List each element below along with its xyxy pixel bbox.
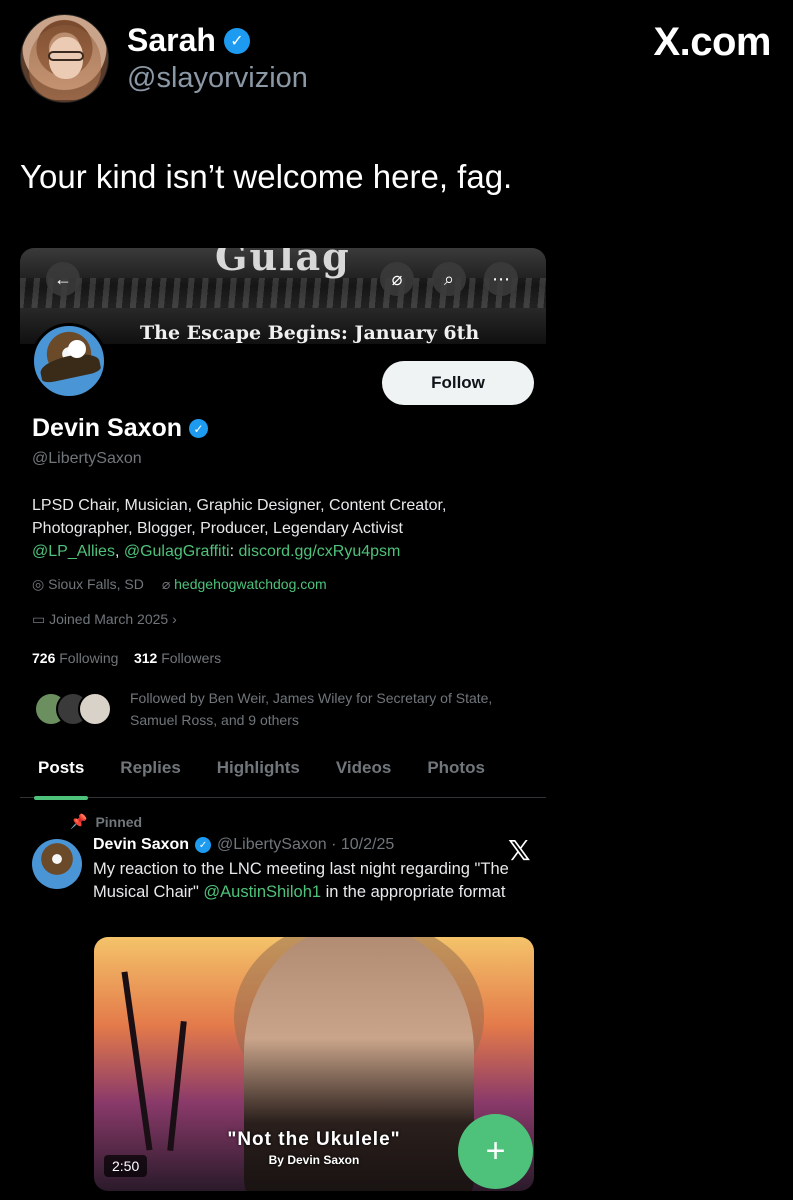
verified-badge-icon: ✓	[195, 837, 212, 853]
chevron-right-icon: ›	[168, 611, 177, 627]
follow-counts: 726 Following 312 Followers	[32, 650, 221, 666]
bio-links-line: @LP_Allies, @GulagGraffiti: discord.gg/c…	[32, 540, 532, 563]
avatar-glasses	[48, 51, 84, 61]
mute-icon[interactable]: ⌀	[380, 262, 414, 296]
author-handle[interactable]: @slayorvizion	[127, 62, 308, 95]
bio-discord-link[interactable]: discord.gg/cxRyu4psm	[239, 543, 401, 560]
bio-line: Photographer, Blogger, Producer, Legenda…	[32, 520, 403, 537]
post-mention-link[interactable]: @AustinShiloh1	[203, 883, 321, 901]
palm-tree-trunk	[167, 1021, 187, 1151]
banner-title: Gulag	[215, 248, 351, 279]
site-watermark: X.com	[653, 20, 771, 64]
author-avatar[interactable]	[20, 14, 109, 103]
embedded-profile-screenshot: Gulag ← ⌀ ⌕ ⋯ The Escape Begins: January…	[20, 248, 546, 1198]
pin-icon: 📌	[70, 813, 88, 829]
followers-count: 312	[133, 650, 158, 666]
eagle-head	[68, 340, 86, 358]
followers-label: Followers	[157, 650, 222, 666]
post-text: My reaction to the LNC meeting last nigh…	[93, 858, 533, 904]
search-icon[interactable]: ⌕	[432, 262, 466, 296]
profile-tabs: Posts Replies Highlights Videos Photos	[20, 754, 546, 800]
followers-facepile[interactable]	[34, 692, 124, 728]
tab-videos[interactable]: Videos	[318, 754, 409, 797]
profile-avatar[interactable]	[31, 323, 107, 399]
video-subtitle-overlay: By Devin Saxon	[268, 1153, 360, 1167]
bio-separator: :	[229, 543, 239, 560]
calendar-icon: ▭	[32, 611, 50, 627]
website-link[interactable]: hedgehogwatchdog.com	[174, 576, 327, 592]
joined-date[interactable]: ▭ Joined March 2025 ›	[32, 611, 177, 628]
author-name-row[interactable]: Sarah ✓	[127, 22, 250, 59]
tab-photos[interactable]: Photos	[409, 754, 503, 797]
verified-badge-icon: ✓	[189, 419, 209, 438]
pinned-indicator: 📌 Pinned	[70, 813, 142, 830]
more-options-icon[interactable]: ⋯	[484, 262, 518, 296]
profile-banner: Gulag ← ⌀ ⌕ ⋯ The Escape Begins: January…	[20, 248, 546, 344]
post-text-after: in the appropriate format	[321, 883, 506, 901]
following-label: Following	[55, 650, 119, 666]
post-author-handle[interactable]: @LibertySaxon · 10/2/25	[217, 836, 394, 854]
bio-separator: ,	[114, 543, 124, 560]
banner-tagline: The Escape Begins: January 6th	[140, 322, 480, 344]
video-title-overlay: "Not the Ukulele"	[227, 1129, 401, 1150]
profile-name: Devin Saxon	[32, 414, 183, 442]
followed-by-text[interactable]: Followed by Ben Weir, James Wiley for Se…	[130, 687, 530, 731]
tab-replies[interactable]: Replies	[102, 754, 198, 797]
profile-meta: ◎ Sioux Falls, SD ⌀ hedgehogwatchdog.com	[32, 576, 327, 593]
profile-handle: @LibertySaxon	[32, 450, 142, 467]
link-icon: ⌀	[161, 576, 175, 592]
bio-line: LPSD Chair, Musician, Graphic Designer, …	[32, 497, 447, 514]
tweet-text: Your kind isn’t welcome here, fag.	[20, 158, 513, 195]
post-header: Devin Saxon ✓ @LibertySaxon · 10/2/25	[93, 836, 394, 854]
tab-highlights[interactable]: Highlights	[199, 754, 318, 797]
following-count-link[interactable]: 726 Following	[32, 650, 118, 666]
verified-badge-icon: ✓	[223, 27, 250, 54]
profile-bio: LPSD Chair, Musician, Graphic Designer, …	[32, 494, 532, 563]
location-pin-icon: ◎	[32, 576, 49, 592]
follow-button[interactable]: Follow	[382, 361, 534, 405]
joined-text: Joined March 2025	[49, 611, 169, 627]
palm-tree-trunk	[121, 971, 153, 1151]
back-arrow-icon[interactable]: ←	[46, 262, 80, 296]
author-name[interactable]: Sarah	[127, 22, 216, 59]
location: ◎ Sioux Falls, SD	[32, 576, 144, 593]
post-author-avatar[interactable]	[32, 839, 82, 889]
bio-mention-link[interactable]: @GulagGraffiti	[124, 543, 230, 560]
following-count: 726	[32, 650, 56, 666]
post-author-name[interactable]: Devin Saxon	[93, 836, 189, 854]
pinned-label: Pinned	[95, 813, 143, 830]
follower-avatar	[78, 692, 112, 726]
profile-name-row: Devin Saxon ✓	[32, 414, 209, 443]
video-duration-badge: 2:50	[104, 1155, 148, 1177]
tab-posts[interactable]: Posts	[20, 754, 102, 800]
bio-mention-link[interactable]: @LP_Allies	[32, 543, 115, 560]
website[interactable]: ⌀ hedgehogwatchdog.com	[162, 576, 327, 593]
compose-plus-icon[interactable]: +	[458, 1114, 533, 1189]
followers-count-link[interactable]: 312 Followers	[134, 650, 221, 666]
location-text: Sioux Falls, SD	[48, 576, 144, 592]
